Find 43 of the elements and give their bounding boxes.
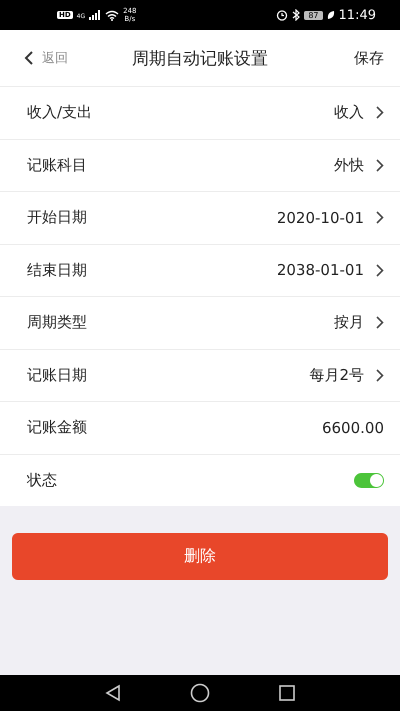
delete-button[interactable]: 删除 bbox=[12, 533, 388, 580]
setting-row[interactable]: 结束日期 2038-01-01 bbox=[0, 244, 400, 296]
back-icon bbox=[24, 50, 34, 66]
setting-row[interactable]: 开始日期 2020-10-01 bbox=[0, 191, 400, 244]
row-value: 2038-01-01 bbox=[276, 261, 364, 280]
row-label: 开始日期 bbox=[27, 208, 88, 228]
setting-row[interactable]: 收入/支出 收入 bbox=[0, 86, 400, 138]
back-button[interactable]: 返回 bbox=[24, 49, 68, 67]
chevron-icon bbox=[376, 316, 384, 330]
row-value: 6600.00 bbox=[322, 418, 384, 437]
status-toggle[interactable] bbox=[354, 472, 384, 488]
page-title: 周期自动记账设置 bbox=[132, 48, 268, 70]
setting-row[interactable]: 周期类型 按月 bbox=[0, 296, 400, 348]
setting-row[interactable]: 记账科目 外快 bbox=[0, 138, 400, 191]
clock-time: 11:49 bbox=[338, 8, 376, 22]
home-nav-icon[interactable] bbox=[190, 683, 210, 703]
signal-icon bbox=[89, 10, 102, 20]
row-label: 状态 bbox=[27, 470, 58, 490]
chevron-icon bbox=[376, 158, 384, 172]
bluetooth-icon bbox=[292, 9, 300, 21]
chevron-icon bbox=[376, 106, 384, 120]
chevron-icon bbox=[376, 211, 384, 224]
row-label: 记账日期 bbox=[27, 366, 88, 385]
row-label: 周期类型 bbox=[27, 313, 88, 332]
setting-row[interactable]: 记账日期 每月2号 bbox=[0, 348, 400, 401]
row-value: 2020-10-01 bbox=[276, 208, 364, 227]
recents-nav-icon[interactable] bbox=[278, 684, 296, 702]
wifi-icon bbox=[105, 10, 120, 20]
back-nav-icon[interactable] bbox=[104, 684, 122, 702]
chevron-icon bbox=[376, 368, 384, 382]
alarm-icon bbox=[276, 9, 288, 21]
leaf-icon bbox=[326, 10, 335, 20]
chevron-icon bbox=[376, 264, 384, 277]
row-value: 每月2号 bbox=[309, 366, 364, 385]
row-value: 按月 bbox=[334, 313, 364, 332]
row-label: 记账金额 bbox=[27, 418, 88, 438]
row-label: 收入/支出 bbox=[27, 103, 94, 122]
battery-icon: 87 bbox=[304, 10, 323, 20]
row-value: 收入 bbox=[334, 103, 364, 122]
save-button[interactable]: 保存 bbox=[354, 48, 384, 68]
row-label: 结束日期 bbox=[27, 260, 88, 280]
row-value: 外快 bbox=[334, 156, 364, 175]
row-label: 记账科目 bbox=[27, 156, 88, 175]
